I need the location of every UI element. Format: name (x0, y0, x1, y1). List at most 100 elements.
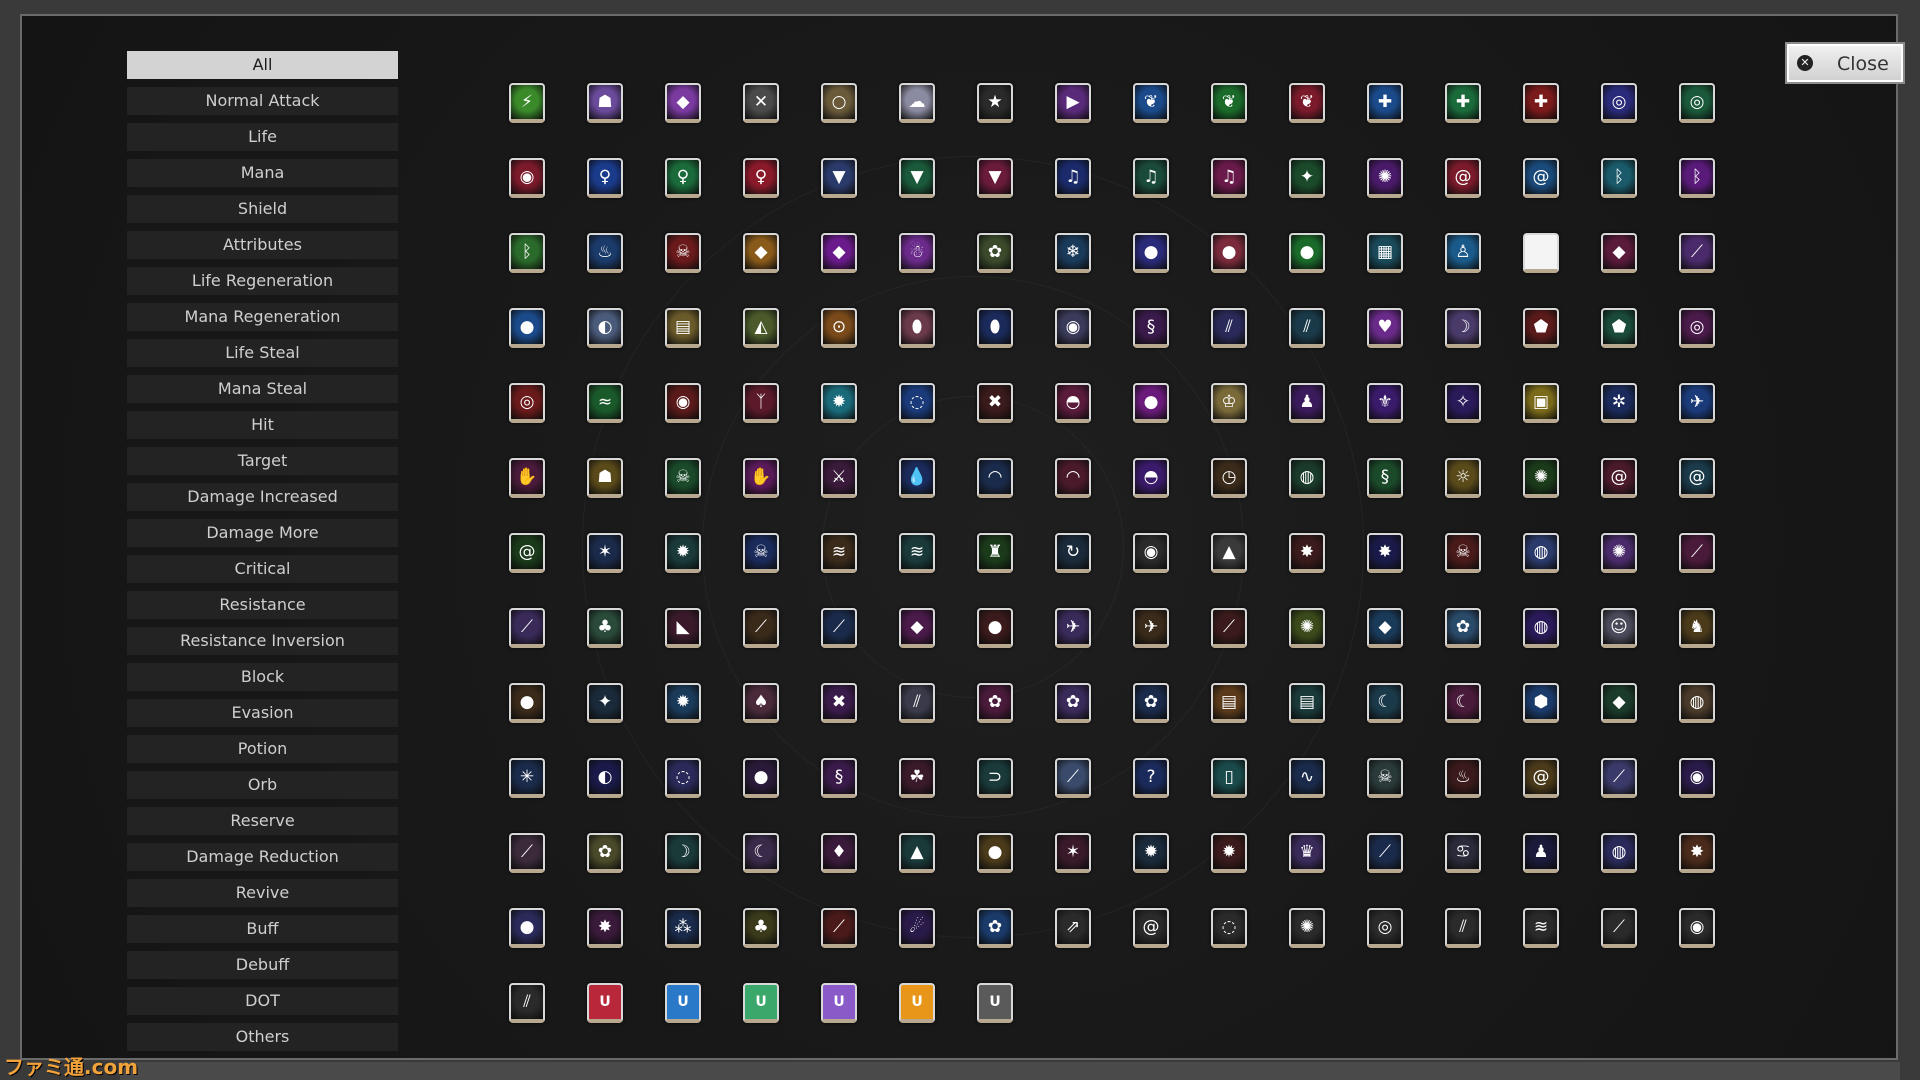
purple-bubble-icon[interactable]: ● (509, 908, 545, 948)
green-gear-icon[interactable]: ✹ (665, 533, 701, 573)
purple-wings-icon[interactable]: ⚜ (1367, 383, 1403, 423)
category-potion[interactable]: Potion (127, 735, 398, 763)
green-cross-icon[interactable]: ✚ (1445, 83, 1481, 123)
green-leaf-circle-icon[interactable]: ◍ (1289, 458, 1325, 498)
red-arc-icon[interactable]: ◠ (1055, 458, 1091, 498)
pink-egg-icon[interactable]: ⬮ (899, 308, 935, 348)
green-leaf-icon[interactable]: ❦ (1211, 83, 1247, 123)
red-shard-icon[interactable]: ⬟ (1523, 308, 1559, 348)
category-dot[interactable]: DOT (127, 987, 398, 1015)
magenta-swirl-icon[interactable]: § (1133, 308, 1169, 348)
purple-stars-icon[interactable]: ✧ (1445, 383, 1481, 423)
category-debuff[interactable]: Debuff (127, 951, 398, 979)
red-cross-icon[interactable]: ✚ (1523, 83, 1559, 123)
category-all[interactable]: All (127, 51, 398, 79)
cyan-burst-icon[interactable]: ✹ (821, 383, 857, 423)
green-shield-rune-icon[interactable]: ◎ (1679, 83, 1715, 123)
category-attributes[interactable]: Attributes (127, 231, 398, 259)
purple-circle-icon[interactable]: ◍ (1523, 608, 1559, 648)
category-life[interactable]: Life (127, 123, 398, 151)
green-armor-icon[interactable]: ♜ (977, 533, 1013, 573)
category-resistance-inversion[interactable]: Resistance Inversion (127, 627, 398, 655)
silver-claws-icon[interactable]: ⫽ (899, 683, 935, 723)
purple-comet-icon[interactable]: ☄ (899, 908, 935, 948)
red-apple-icon[interactable]: ● (509, 683, 545, 723)
blue-u-badge-icon[interactable]: U (665, 983, 701, 1023)
blue-hook-icon[interactable]: ? (1133, 758, 1169, 798)
purple-gem-icon[interactable]: ◆ (821, 233, 857, 273)
gray-skull-icon[interactable]: ☠ (1367, 758, 1403, 798)
red-tree-icon[interactable]: ᛉ (743, 383, 779, 423)
category-life-steal[interactable]: Life Steal (127, 339, 398, 367)
orange-jar-icon[interactable]: ⊙ (821, 308, 857, 348)
gold-orb-icon[interactable]: ● (977, 833, 1013, 873)
pink-crescent-icon[interactable]: ☾ (1445, 683, 1481, 723)
teal-pyramid-icon[interactable]: ▲ (899, 833, 935, 873)
orange-horn-icon[interactable]: ⟋ (1211, 608, 1247, 648)
green-sunburst-icon[interactable]: ✺ (1523, 458, 1559, 498)
green-diamond-icon[interactable]: ◆ (1601, 683, 1637, 723)
category-target[interactable]: Target (127, 447, 398, 475)
category-mana-regeneration[interactable]: Mana Regeneration (127, 303, 398, 331)
category-mana[interactable]: Mana (127, 159, 398, 187)
blue-shield-rune-icon[interactable]: ◎ (1601, 83, 1637, 123)
green-demon-icon[interactable]: ☠ (665, 458, 701, 498)
green-clover-icon[interactable]: ♣ (587, 608, 623, 648)
pink-blades-icon[interactable]: ⚔ (821, 458, 857, 498)
pink-feather-icon[interactable]: ⟋ (1679, 533, 1715, 573)
blue-leaf-icon[interactable]: ❦ (1133, 83, 1169, 123)
gray-pyramid-icon[interactable]: ▲ (1211, 533, 1247, 573)
blue-moon-icon[interactable]: ◐ (587, 758, 623, 798)
orange-flame-icon[interactable]: ✸ (1679, 833, 1715, 873)
red-rune-icon[interactable]: ◉ (509, 158, 545, 198)
red-eye-icon[interactable]: ◉ (665, 383, 701, 423)
pink-hand-icon[interactable]: ✋ (509, 458, 545, 498)
close-button[interactable]: ✕ Close (1785, 42, 1905, 84)
green-tree-icon[interactable]: ♣ (743, 908, 779, 948)
red-beast-face-icon[interactable]: ☠ (1445, 533, 1481, 573)
flame-crystal-icon[interactable]: ◆ (665, 83, 701, 123)
purple-spiral-rune-icon[interactable]: ◎ (1679, 308, 1715, 348)
green-u-badge-icon[interactable]: U (743, 983, 779, 1023)
white-vortex-icon[interactable]: ◌ (1211, 908, 1247, 948)
white-claw-icon[interactable]: ⫽ (1445, 908, 1481, 948)
red-u-badge-icon[interactable]: U (587, 983, 623, 1023)
red-flame-icon[interactable]: ✸ (1289, 533, 1325, 573)
gold-flowers-icon[interactable]: ✿ (587, 833, 623, 873)
purple-u-badge-icon[interactable]: U (821, 983, 857, 1023)
purple-eye-icon[interactable]: ◉ (1055, 308, 1091, 348)
purple-dome-icon[interactable]: ◓ (1133, 458, 1169, 498)
category-buff[interactable]: Buff (127, 915, 398, 943)
dark-magenta-icon[interactable]: ◣ (665, 608, 701, 648)
pink-lotus-icon[interactable]: ✿ (977, 683, 1013, 723)
blue-figure-icon[interactable]: ♙ (1445, 233, 1481, 273)
blue-vortex-icon[interactable]: ◌ (899, 383, 935, 423)
category-evasion[interactable]: Evasion (127, 699, 398, 727)
orange-bird-icon[interactable]: ✈ (1133, 608, 1169, 648)
gray-eye-icon[interactable]: ◉ (1133, 533, 1169, 573)
brown-scratch-icon[interactable]: ≋ (821, 533, 857, 573)
running-figure-icon[interactable]: ⚡ (509, 83, 545, 123)
pink-tendril-icon[interactable]: § (821, 758, 857, 798)
category-block[interactable]: Block (127, 663, 398, 691)
blue-flask-icon[interactable]: ♨ (587, 233, 623, 273)
blue-flower-icon[interactable]: ✿ (1445, 608, 1481, 648)
orange-gem-icon[interactable]: ◆ (743, 233, 779, 273)
blue-emblem-icon[interactable]: ▼ (821, 158, 857, 198)
blue-gear-icon[interactable]: ✲ (1601, 383, 1637, 423)
cyan-hook-icon[interactable]: ↻ (1055, 533, 1091, 573)
green-shard-icon[interactable]: ⬟ (1601, 308, 1637, 348)
green-orb-icon[interactable]: ● (1289, 233, 1325, 273)
red-dome-icon[interactable]: ◓ (1055, 383, 1091, 423)
green-swirl-icon[interactable]: @ (509, 533, 545, 573)
teal-scratch-icon[interactable]: ≋ (899, 533, 935, 573)
gray-u-badge-icon[interactable]: U (977, 983, 1013, 1023)
blue-feather-icon[interactable]: ⟋ (821, 608, 857, 648)
blue-keyhole-icon[interactable]: ♀ (587, 158, 623, 198)
magenta-lamp-icon[interactable]: ♦ (821, 833, 857, 873)
purple-banner-icon[interactable]: ▶ (1055, 83, 1091, 123)
purple-blade-icon[interactable]: ⟋ (509, 608, 545, 648)
category-orb[interactable]: Orb (127, 771, 398, 799)
orange-crab-icon[interactable]: ♋ (1445, 833, 1481, 873)
green-spring-icon[interactable]: § (1367, 458, 1403, 498)
